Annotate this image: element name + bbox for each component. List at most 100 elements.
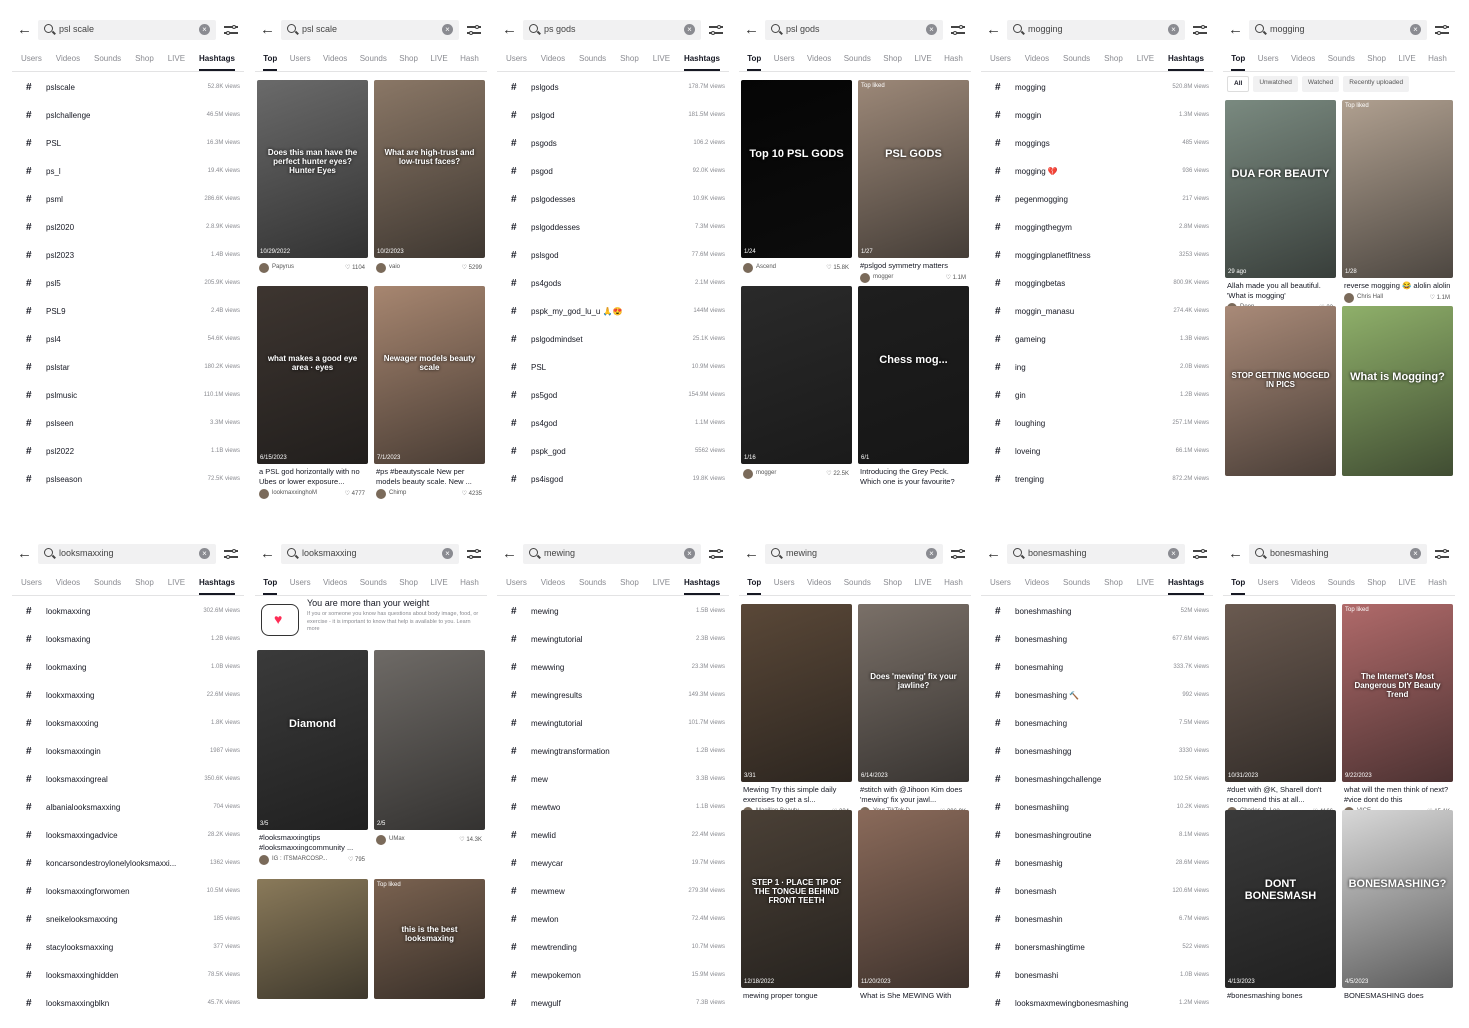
tab-shop[interactable]: Shop <box>1367 52 1386 71</box>
video-thumbnail[interactable]: DUA FOR BEAUTY 29 ago <box>1225 100 1336 278</box>
tab-videos[interactable]: Videos <box>1291 576 1315 595</box>
video-thumbnail[interactable]: Top liked The Internet's Most Dangerous D… <box>1342 604 1453 782</box>
back-arrow-icon[interactable]: ← <box>502 22 517 38</box>
hashtag-row[interactable]: # stacylooksmaxxing 377 views <box>12 934 244 962</box>
clear-icon[interactable]: × <box>199 548 210 559</box>
author-name[interactable]: Chimp <box>389 490 406 496</box>
tab-shop[interactable]: Shop <box>135 576 154 595</box>
weight-notice[interactable]: ♥ You are more than your weight If you or … <box>255 596 487 646</box>
video-thumbnail[interactable]: Top 10 PSL GODS 1/24 <box>741 80 852 258</box>
hashtag-row[interactable]: # bonesmashingchallenge 102.5K views <box>981 766 1213 794</box>
hashtag-row[interactable]: # pslmusic 110.1M views <box>12 382 244 410</box>
search-query[interactable]: bonesmashing <box>1270 548 1329 558</box>
tab-videos[interactable]: Videos <box>56 52 80 71</box>
filter-icon[interactable] <box>224 23 238 37</box>
hashtag-row[interactable]: # looksmaxxinghidden 78.5K views <box>12 962 244 990</box>
filter-icon[interactable] <box>467 547 481 561</box>
hashtag-row[interactable]: # pslscale 52.8K views <box>12 74 244 102</box>
search-input[interactable]: mogging × <box>1007 20 1185 40</box>
hashtag-row[interactable]: # psl4 54.6K views <box>12 326 244 354</box>
hashtag-row[interactable]: # PSL 10.9M views <box>497 354 729 382</box>
hashtag-row[interactable]: # pslgodesses 10.9K views <box>497 186 729 214</box>
search-input[interactable]: ps gods × <box>523 20 701 40</box>
tab-users[interactable]: Users <box>21 52 42 71</box>
tab-top[interactable]: Top <box>1231 52 1246 71</box>
hashtag-row[interactable]: # pslseason 72.5K views <box>12 466 244 494</box>
avatar[interactable] <box>376 489 386 499</box>
tab-hashtags[interactable]: Hashtags <box>1167 576 1204 595</box>
search-query[interactable]: psl scale <box>302 24 337 34</box>
avatar[interactable] <box>743 469 753 479</box>
hashtag-row[interactable]: # PSL 16.3M views <box>12 130 244 158</box>
hashtag-row[interactable]: # pslgoddesses 7.3M views <box>497 214 729 242</box>
tab-sounds[interactable]: Sounds <box>360 52 387 71</box>
search-query[interactable]: mewing <box>786 548 817 558</box>
hashtag-row[interactable]: # mewingtutorial 2.3B views <box>497 626 729 654</box>
search-input[interactable]: psl scale × <box>281 20 459 40</box>
hashtag-row[interactable]: # pslsgod 77.6M views <box>497 242 729 270</box>
video-thumbnail[interactable]: Top liked PSL GODS 1/27 <box>858 80 969 258</box>
filter-icon[interactable] <box>951 23 965 37</box>
tab-videos[interactable]: Videos <box>1025 52 1049 71</box>
tab-hashtags[interactable]: Hashtags <box>198 576 235 595</box>
back-arrow-icon[interactable]: ← <box>17 22 32 38</box>
hashtag-row[interactable]: # mewingtutorial 101.7M views <box>497 710 729 738</box>
tab-top[interactable]: Top <box>747 576 762 595</box>
hashtag-row[interactable]: # looksmaxxingreal 350.6K views <box>12 766 244 794</box>
author-name[interactable]: Chris Hall <box>1357 294 1383 300</box>
hashtag-row[interactable]: # mewwing 23.3M views <box>497 654 729 682</box>
hashtag-row[interactable]: # moggings 485 views <box>981 130 1213 158</box>
search-query[interactable]: bonesmashing <box>1028 548 1087 558</box>
tab-live[interactable]: LIVE <box>430 52 447 71</box>
tab-hashtags[interactable]: Hashtags <box>198 52 235 71</box>
video-thumbnail[interactable]: 11/20/2023 <box>858 810 969 988</box>
back-arrow-icon[interactable]: ← <box>502 546 517 562</box>
avatar[interactable] <box>259 489 269 499</box>
tab-live[interactable]: LIVE <box>168 576 185 595</box>
search-input[interactable]: looksmaxxing × <box>38 544 216 564</box>
author-name[interactable]: IG : ITSMARCOSP... <box>272 856 327 862</box>
search-query[interactable]: ps gods <box>544 24 576 34</box>
tab-live[interactable]: LIVE <box>168 52 185 71</box>
tab-hashtags[interactable]: Hashtags <box>1167 52 1204 71</box>
video-thumbnail[interactable]: Newager models beauty scale 7/1/2023 <box>374 286 485 464</box>
tab-sounds[interactable]: Sounds <box>579 576 606 595</box>
tab-sounds[interactable]: Sounds <box>579 52 606 71</box>
filter-icon[interactable] <box>467 23 481 37</box>
hashtag-row[interactable]: # psl2020 2.8.9K views <box>12 214 244 242</box>
tab-sounds[interactable]: Sounds <box>844 576 871 595</box>
video-thumbnail[interactable]: BONESMASHING? 4/5/2023 <box>1342 810 1453 988</box>
hashtag-row[interactable]: # ing 2.0B views <box>981 354 1213 382</box>
tab-users[interactable]: Users <box>774 576 795 595</box>
search-input[interactable]: psl gods × <box>765 20 943 40</box>
hashtag-row[interactable]: # looksmaxxingin 1987 views <box>12 738 244 766</box>
back-arrow-icon[interactable]: ← <box>1228 546 1243 562</box>
search-query[interactable]: looksmaxxing <box>302 548 357 558</box>
hashtag-row[interactable]: # bonesmashing 677.6M views <box>981 626 1213 654</box>
hashtag-row[interactable]: # looksmaxing 1.2B views <box>12 626 244 654</box>
hashtag-row[interactable]: # psml 286.6K views <box>12 186 244 214</box>
video-thumbnail[interactable]: 2/5 <box>374 650 485 830</box>
filter-chip[interactable]: All <box>1227 76 1250 92</box>
hashtag-row[interactable]: # albanialooksmaxxing 704 views <box>12 794 244 822</box>
video-thumbnail[interactable]: DONT BONESMASH 4/13/2023 <box>1225 810 1336 988</box>
tab-shop[interactable]: Shop <box>620 576 639 595</box>
filter-icon[interactable] <box>709 23 723 37</box>
video-thumbnail[interactable]: Does this man have the perfect hunter ey… <box>257 80 368 258</box>
hashtag-row[interactable]: # psl5 205.9K views <box>12 270 244 298</box>
hashtag-row[interactable]: # moggingplanetfitness 3253 views <box>981 242 1213 270</box>
hashtag-row[interactable]: # ps5god 154.9M views <box>497 382 729 410</box>
hashtag-row[interactable]: # mewgulf 7.3B views <box>497 990 729 1018</box>
avatar[interactable] <box>376 263 386 273</box>
clear-icon[interactable]: × <box>1168 24 1179 35</box>
tab-users[interactable]: Users <box>21 576 42 595</box>
hashtag-row[interactable]: # koncarsondestroylonelylooksmaxxi... 1362… <box>12 850 244 878</box>
clear-icon[interactable]: × <box>442 548 453 559</box>
tab-users[interactable]: Users <box>1258 576 1279 595</box>
tab-users[interactable]: Users <box>506 576 527 595</box>
back-arrow-icon[interactable]: ← <box>744 546 759 562</box>
filter-icon[interactable] <box>951 547 965 561</box>
tab-top[interactable]: Top <box>263 52 278 71</box>
tab-hashtags[interactable]: Hashtags <box>683 576 720 595</box>
tab-shop[interactable]: Shop <box>883 52 902 71</box>
